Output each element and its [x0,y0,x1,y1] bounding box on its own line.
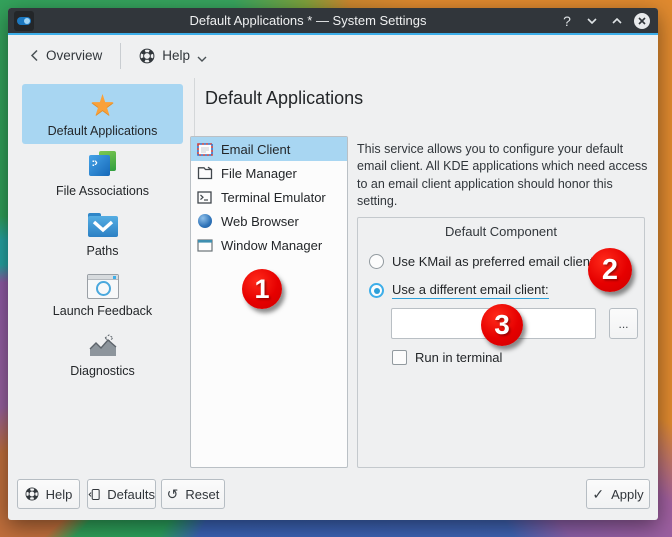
globe-icon [196,213,213,230]
sidebar-item-file-associations[interactable]: :› File Associations [22,144,183,204]
defaults-document-icon [88,487,100,502]
radio-button-icon[interactable] [369,254,384,269]
browse-button[interactable]: ... [609,308,638,339]
reset-undo-icon: ↺ [167,487,179,501]
checkbox-icon[interactable] [392,350,407,365]
window-icon [196,237,213,254]
radio-use-kmail[interactable]: Use KMail as preferred email client [369,254,594,269]
toolbar: Overview Help [8,35,658,76]
window-controls: ? [559,8,650,33]
folder-icon [87,213,119,239]
list-item-label: Web Browser [221,214,299,229]
list-item-label: File Manager [221,166,297,181]
titlebar-help-icon[interactable]: ? [559,13,575,29]
list-item-file-manager[interactable]: File Manager [191,161,347,185]
help-menu-label: Help [162,48,190,63]
sidebar-item-label: Launch Feedback [22,304,183,318]
window-title: Default Applications * — System Settings [68,8,548,33]
annotation-badge-2: 2 [588,248,632,292]
email-icon [196,141,213,158]
sidebar-item-diagnostics[interactable]: Diagnostics [22,324,183,384]
radio-use-different-client[interactable]: Use a different email client: [369,282,549,299]
help-buoy-icon [25,487,39,501]
apply-button-label: Apply [611,487,644,502]
defaults-button[interactable]: Defaults [87,479,156,509]
chevron-left-icon [30,49,39,62]
list-item-label: Window Manager [221,238,322,253]
list-item-label: Email Client [221,142,290,157]
radio-custom-label: Use a different email client: [392,282,549,299]
apply-button[interactable]: ✓ Apply [586,479,650,509]
list-item-terminal-emulator[interactable]: Terminal Emulator [191,185,347,209]
sidebar-item-label: File Associations [22,184,183,198]
chevron-down-icon [197,56,207,62]
overview-label: Overview [46,48,102,63]
service-description: This service allows you to configure you… [357,141,649,210]
help-button[interactable]: Help [17,479,80,509]
desktop-wallpaper: Default Applications * — System Settings… [0,0,672,537]
launch-feedback-icon [87,274,119,299]
overview-button[interactable]: Overview [22,42,110,69]
sidebar-item-default-applications[interactable]: ★ Default Applications [22,84,183,144]
annotation-badge-1: 1 [242,269,282,309]
checkmark-icon: ✓ [592,487,604,501]
reset-button-label: Reset [185,487,219,502]
list-item-label: Terminal Emulator [221,190,326,205]
help-buoy-icon [139,48,155,64]
group-title: Default Component [358,224,644,239]
page-title: Default Applications [205,88,363,109]
help-menu-button[interactable]: Help [131,42,215,70]
terminal-icon [196,189,213,206]
sidebar-item-paths[interactable]: Paths [22,204,183,264]
toggle-knob [24,18,30,24]
folder-outline-icon [196,165,213,182]
list-item-web-browser[interactable]: Web Browser [191,209,347,233]
sidebar-item-label: Paths [22,244,183,258]
titlebar[interactable]: Default Applications * — System Settings… [8,8,658,35]
radio-button-icon[interactable] [369,283,384,298]
system-settings-app-icon [14,11,34,31]
annotation-badge-3: 3 [481,304,523,346]
file-associations-icon: :› [87,151,119,181]
reset-button[interactable]: ↺ Reset [161,479,225,509]
sidebar-item-launch-feedback[interactable]: Launch Feedback [22,264,183,324]
help-button-label: Help [46,487,73,502]
sidebar-item-label: Diagnostics [22,364,183,378]
sidebar-item-label: Default Applications [22,124,183,138]
radio-kmail-label: Use KMail as preferred email client [392,254,594,269]
toolbar-separator [120,43,121,69]
defaults-button-label: Defaults [107,487,155,502]
list-item-email-client[interactable]: Email Client [191,137,347,161]
list-item-window-manager[interactable]: Window Manager [191,233,347,257]
run-in-terminal-label: Run in terminal [415,350,502,365]
diagnostics-chart-icon [88,334,118,358]
close-icon[interactable] [634,13,650,29]
minimize-icon[interactable] [584,13,600,29]
run-in-terminal-row[interactable]: Run in terminal [392,350,502,365]
maximize-icon[interactable] [609,13,625,29]
system-settings-window: Default Applications * — System Settings… [8,8,658,520]
star-icon: ★ [90,91,116,121]
